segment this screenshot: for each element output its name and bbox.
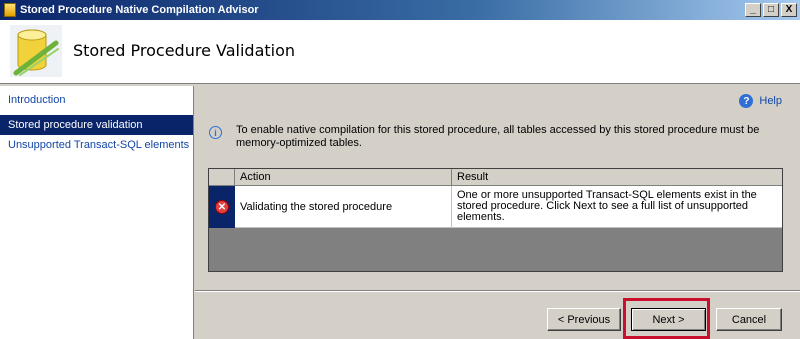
advisor-window: Stored Procedure Native Compilation Advi…	[0, 0, 800, 339]
action-cell: Validating the stored procedure	[235, 186, 452, 228]
help-link[interactable]: ? Help	[739, 94, 782, 108]
next-button-highlight	[623, 298, 710, 339]
row-status: ✕	[209, 186, 235, 228]
validation-grid: Action Result ✕ Validating the stored pr…	[208, 168, 783, 272]
result-cell: One or more unsupported Transact-SQL ele…	[452, 186, 782, 228]
window-title: Stored Procedure Native Compilation Advi…	[20, 4, 259, 16]
page-header: Stored Procedure Validation	[0, 20, 800, 84]
database-wizard-icon	[10, 25, 62, 77]
title-bar[interactable]: Stored Procedure Native Compilation Advi…	[0, 0, 800, 20]
table-row[interactable]: ✕ Validating the stored procedure One or…	[209, 186, 782, 228]
column-header-result[interactable]: Result	[452, 169, 782, 186]
footer-divider	[195, 290, 800, 292]
sidebar-item-stored-procedure-validation[interactable]: Stored procedure validation	[0, 115, 193, 135]
sidebar-item-introduction[interactable]: Introduction	[0, 90, 193, 110]
page-title: Stored Procedure Validation	[73, 41, 296, 60]
help-icon: ?	[739, 94, 754, 108]
info-message: i To enable native compilation for this …	[209, 124, 769, 150]
sidebar-item-unsupported-elements[interactable]: Unsupported Transact-SQL elements	[0, 135, 193, 155]
info-text: To enable native compilation for this st…	[236, 124, 760, 149]
maximize-button[interactable]: □	[763, 3, 779, 17]
info-icon: i	[209, 126, 222, 139]
main-panel: ? Help i To enable native compilation fo…	[195, 86, 800, 339]
wizard-sidebar: Introduction Stored procedure validation…	[0, 86, 194, 339]
column-header-action[interactable]: Action	[235, 169, 452, 186]
help-label: Help	[759, 95, 782, 107]
grid-corner	[209, 169, 235, 186]
previous-button[interactable]: < Previous	[547, 308, 621, 331]
close-button[interactable]: X	[781, 3, 797, 17]
error-icon: ✕	[215, 200, 229, 214]
app-icon	[4, 3, 16, 17]
minimize-button[interactable]: _	[745, 3, 761, 17]
cancel-button[interactable]: Cancel	[716, 308, 782, 331]
